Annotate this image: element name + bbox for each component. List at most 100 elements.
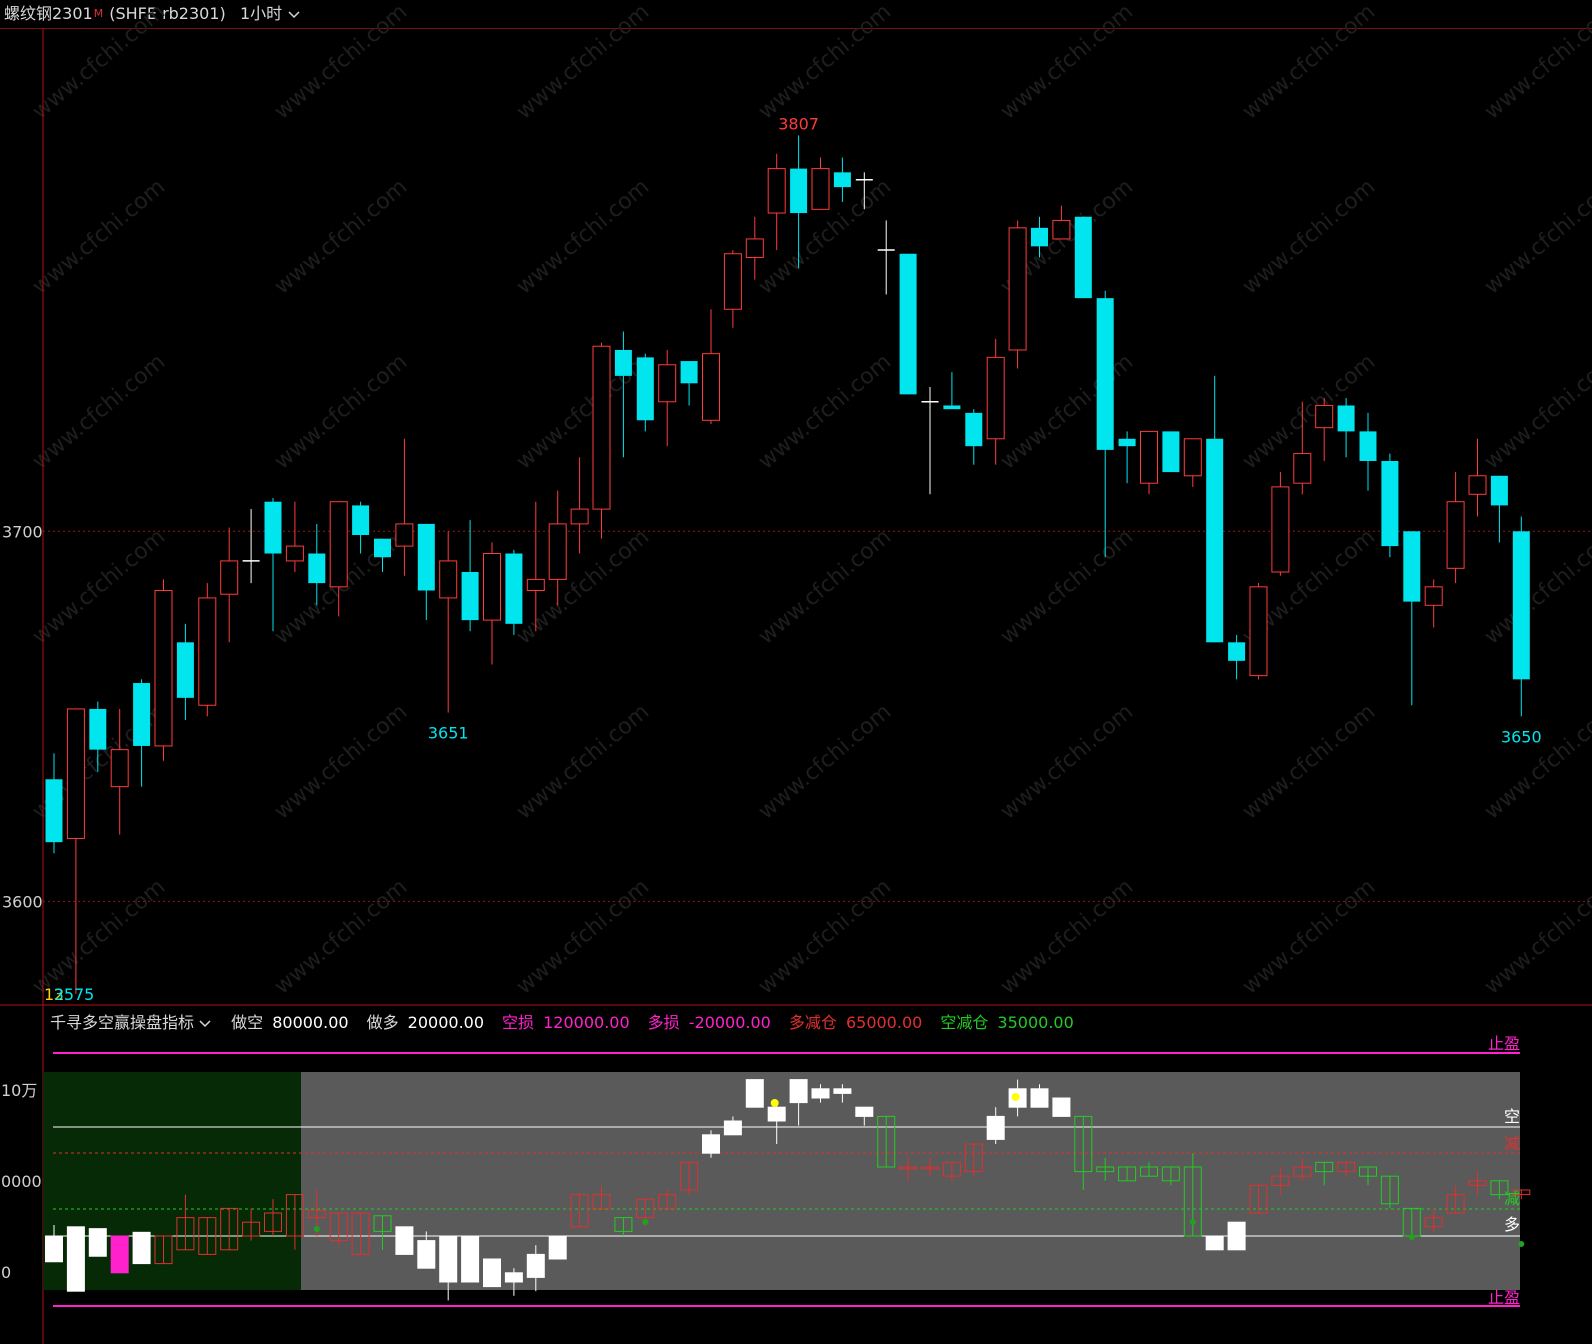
extreme-price-label: 3650: [1501, 727, 1542, 746]
candle-body: [1031, 227, 1048, 247]
candle-body: [285, 545, 304, 562]
indicator-bar-body: [439, 1235, 458, 1283]
watermark-text: www.cfchi.com: [28, 349, 170, 474]
watermark-text: www.cfchi.com: [1480, 174, 1592, 299]
indicator-bar: [504, 1268, 523, 1296]
y-tick-label: 3600: [2, 892, 43, 911]
watermark-text: www.cfchi.com: [996, 874, 1138, 999]
watermark-text: www.cfchi.com: [1238, 0, 1380, 125]
indicator-bar-body: [526, 1253, 545, 1278]
indicator-right-label: 多: [1504, 1215, 1520, 1234]
watermark-text: www.cfchi.com: [28, 874, 170, 999]
watermark-text: www.cfchi.com: [754, 699, 896, 824]
indicator-bar: [66, 1226, 85, 1292]
candle-body: [1162, 431, 1180, 473]
candle-body: [1446, 501, 1465, 569]
indicator-bar-body: [132, 1231, 151, 1265]
candle: [702, 309, 720, 424]
signal-dot: [1011, 1093, 1020, 1101]
kline-chart[interactable]: www.cfchi.com www.cfchi.com www.cfchi.com w…: [0, 0, 1592, 1344]
candle-body: [66, 708, 85, 839]
candle: [1228, 634, 1246, 680]
candle: [1337, 398, 1355, 458]
watermark: www.cfchi.com www.cfchi.com www.cfchi.com w…: [28, 0, 1592, 1000]
indicator-param-value: -20000.00: [683, 1013, 771, 1032]
candle-body: [417, 523, 435, 591]
candle: [1403, 531, 1421, 706]
candle-body: [1490, 475, 1508, 506]
candle-body: [1381, 460, 1399, 547]
indicator-params: 做空 80000.00 做多 20000.00 空损 120000.00 多损 -20…: [221, 1013, 1082, 1032]
indicator-bar-body: [88, 1228, 107, 1257]
y-tick-label: 3700: [2, 522, 43, 541]
indicator-param-label: 空减仓: [940, 1013, 989, 1032]
indicator-bg-grey: [301, 1072, 1520, 1290]
candle: [1052, 205, 1071, 240]
indicator-bar-body: [811, 1088, 830, 1099]
candle-body: [745, 238, 764, 258]
watermark-text: www.cfchi.com: [996, 524, 1138, 649]
candle: [921, 386, 939, 495]
indicator-bar: [110, 1235, 129, 1274]
watermark-text: www.cfchi.com: [512, 0, 654, 125]
indicator-bar-body: [723, 1120, 742, 1136]
watermark-text: www.cfchi.com: [270, 349, 412, 474]
indicator-name: 千寻多空赢操盘指标: [50, 1013, 195, 1032]
candle-body: [89, 708, 107, 750]
candle-body: [395, 523, 414, 547]
candle: [592, 342, 611, 539]
candle-body: [1403, 531, 1421, 602]
candle-body: [461, 572, 479, 621]
candle: [965, 409, 983, 465]
candle: [198, 583, 217, 717]
candle-body: [767, 168, 786, 214]
candle-body: [548, 523, 567, 580]
candle-body: [592, 345, 611, 510]
candle-body: [899, 253, 917, 395]
indicator-right-label: 止盈: [1488, 1288, 1520, 1307]
watermark-text: www.cfchi.com: [1480, 0, 1592, 125]
candle: [45, 753, 63, 854]
indicator-param-value: 35000.00: [992, 1013, 1074, 1032]
indicator-bar-body: [1227, 1221, 1246, 1251]
indicator-param-label: 做空: [231, 1013, 264, 1032]
indicator-bar: [88, 1228, 107, 1257]
candle-body: [702, 353, 720, 421]
candle: [1271, 472, 1290, 576]
candle-body: [943, 405, 961, 410]
indicator-param: 做空 80000.00: [231, 1013, 352, 1032]
indicator-param: 多损 -20000.00: [648, 1013, 775, 1032]
indicator-right-label: 减: [1504, 1134, 1520, 1153]
indicator-param-label: 多损: [647, 1013, 680, 1032]
candle-body: [1206, 438, 1224, 643]
candle-body: [723, 253, 742, 310]
watermark-text: www.cfchi.com: [270, 874, 412, 999]
watermark-text: www.cfchi.com: [1238, 874, 1380, 999]
candle: [1512, 516, 1530, 717]
indicator-y-label: 0: [1, 1263, 11, 1282]
candle-body: [308, 553, 326, 584]
candle-body: [1424, 586, 1443, 606]
indicator-param-label: 空损: [502, 1013, 535, 1032]
indicator-y-label: 0000: [1, 1172, 42, 1191]
watermark-text: www.cfchi.com: [270, 699, 412, 824]
indicator-bar-body: [45, 1235, 63, 1263]
indicator-bar-body: [745, 1079, 764, 1108]
watermark-text: www.cfchi.com: [1480, 524, 1592, 649]
candle-body: [986, 356, 1005, 440]
candle: [1490, 475, 1508, 543]
candle-body: [1293, 453, 1312, 484]
candle: [1074, 216, 1092, 299]
indicator-bar: [548, 1235, 567, 1260]
indicator-selector[interactable]: 千寻多空赢操盘指标: [50, 1013, 212, 1032]
candle: [242, 509, 260, 584]
indicator-bar-body: [395, 1226, 414, 1255]
candle: [1249, 583, 1268, 680]
indicator-param-value: 65000.00: [840, 1013, 923, 1032]
signal-dot: [1518, 1241, 1525, 1247]
candle-body: [1315, 404, 1334, 429]
watermark-text: www.cfchi.com: [1480, 874, 1592, 999]
candle: [264, 497, 282, 632]
candle-body: [45, 779, 63, 843]
indicator-param-value: 120000.00: [538, 1013, 630, 1032]
